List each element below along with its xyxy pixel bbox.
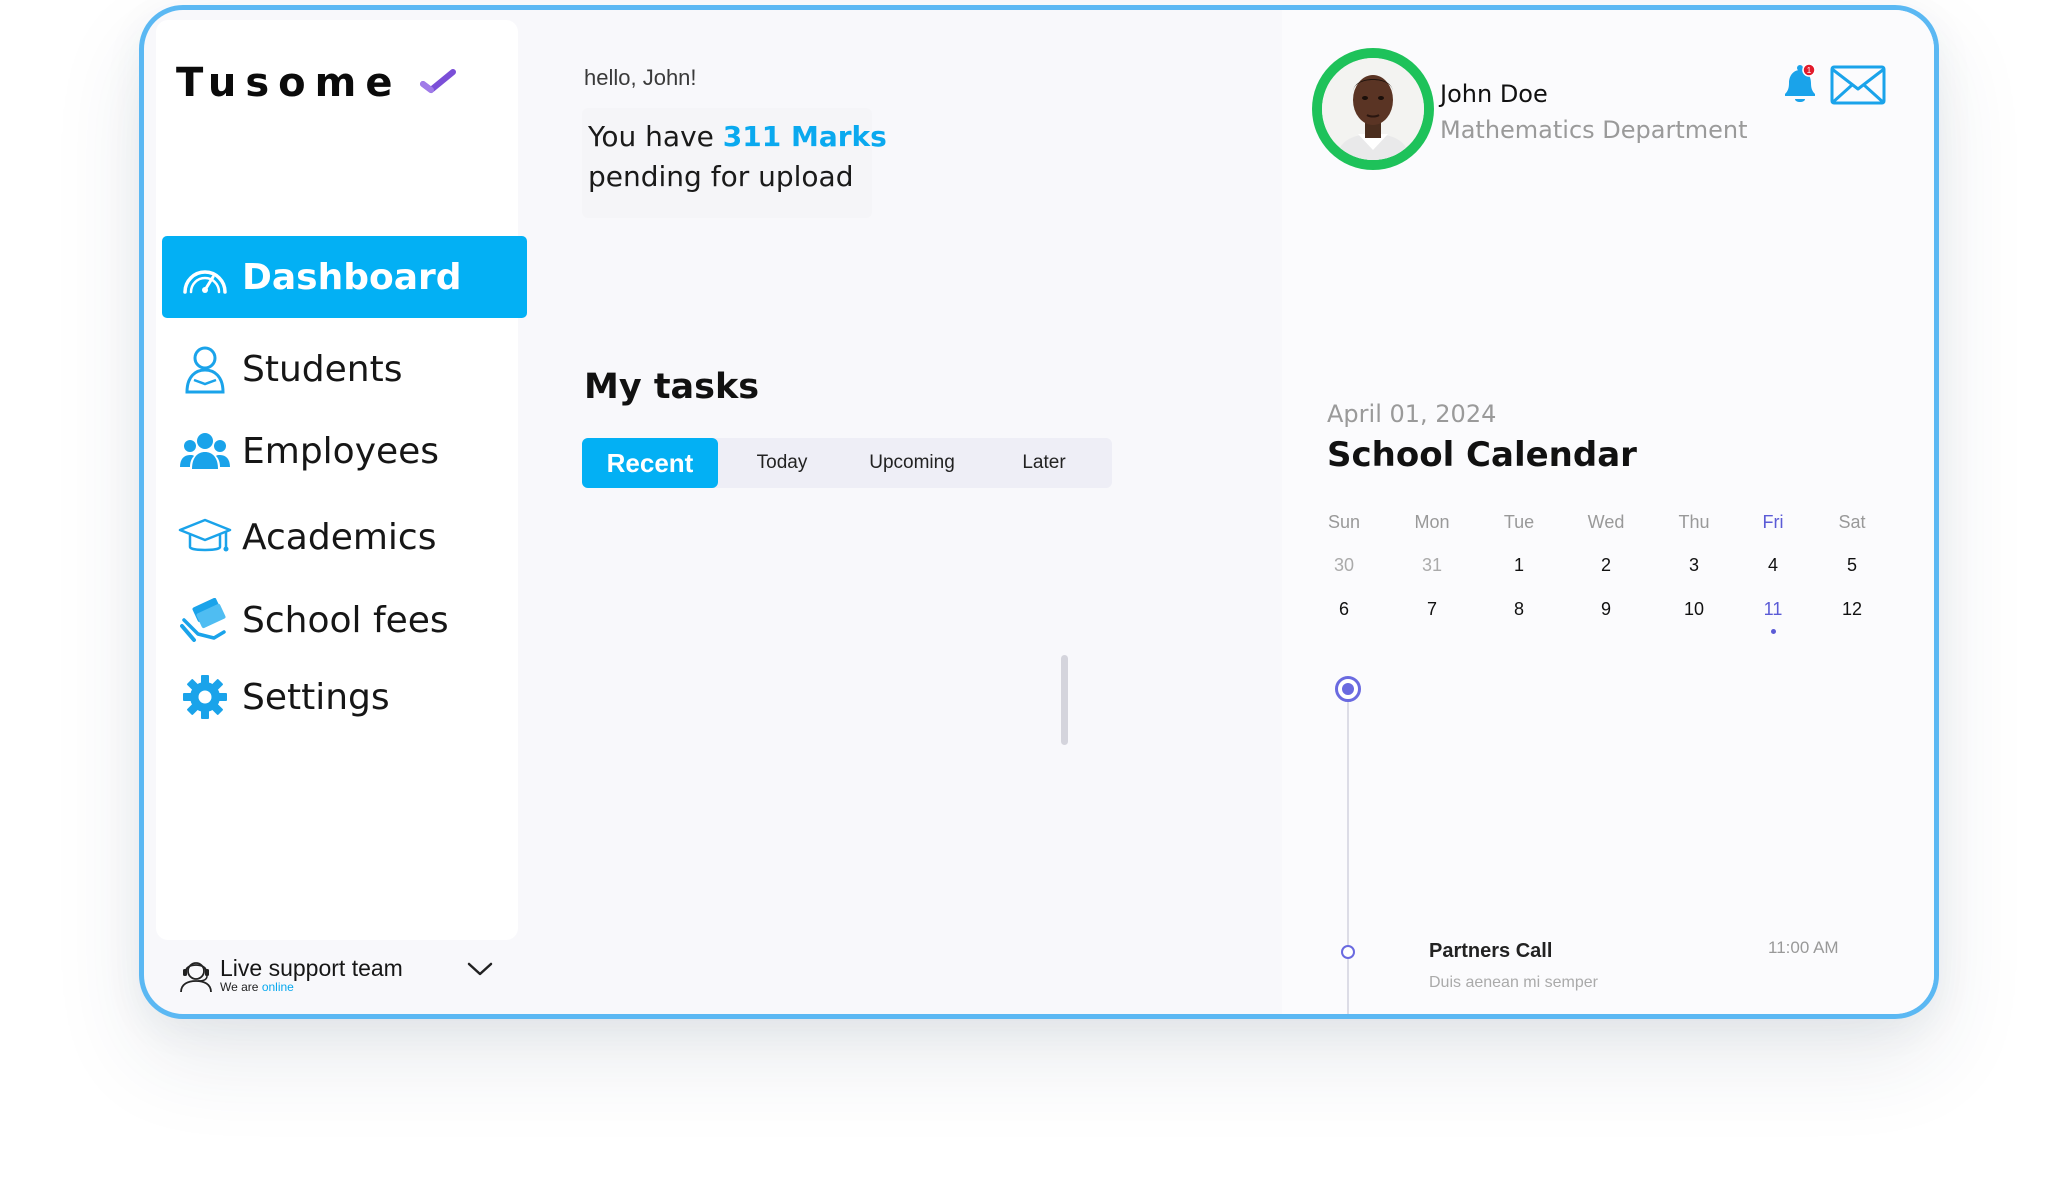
tasks-title: My tasks: [584, 367, 760, 407]
calendar-weekday: Tue: [1503, 512, 1535, 532]
tab-upcoming[interactable]: Upcoming: [846, 438, 978, 488]
pending-marks-line: You have 311 Marks: [588, 120, 887, 153]
sidebar-item-school-fees[interactable]: School fees: [162, 579, 527, 661]
event-title[interactable]: Partners Call: [1429, 940, 1552, 963]
pending-suffix: pending for upload: [588, 160, 854, 193]
checkmark-logo-icon: [420, 69, 457, 93]
employees-group-icon: [178, 424, 232, 478]
support-text: Live support team We are online: [220, 956, 403, 994]
calendar-day[interactable]: 10: [1654, 599, 1734, 620]
sidebar-item-label: Academics: [242, 516, 437, 558]
mail-icon[interactable]: [1830, 65, 1886, 110]
calendar-event-dot: [1771, 629, 1776, 634]
support-status-online: online: [261, 980, 294, 994]
sidebar-item-label: Students: [242, 348, 403, 390]
calendar-day[interactable]: 12: [1812, 599, 1892, 620]
profile-department: Mathematics Department: [1440, 116, 1748, 144]
calendar-day[interactable]: 8: [1479, 599, 1559, 620]
logo-text: Tusome: [176, 60, 402, 106]
greeting: hello, John!: [584, 65, 697, 90]
graduation-cap-icon: [178, 510, 232, 564]
right-panel: John Doe Mathematics Department 1 April …: [1282, 10, 1934, 1014]
money-hand-icon: [178, 593, 232, 647]
tab-recent[interactable]: Recent: [582, 438, 718, 488]
pending-prefix: You have: [588, 120, 714, 153]
calendar-weekday: Sat: [1838, 512, 1866, 532]
calendar-day[interactable]: 5: [1812, 555, 1892, 576]
calendar-day[interactable]: 9: [1566, 599, 1646, 620]
event-subtitle: Duis aenean mi semper: [1429, 974, 1598, 991]
support-title: Live support team: [220, 955, 403, 981]
gear-icon: [178, 670, 232, 724]
profile-name: John Doe: [1440, 80, 1548, 108]
avatar[interactable]: [1312, 48, 1434, 170]
timeline-event-marker: [1341, 945, 1355, 959]
support-status: We are online: [220, 980, 403, 994]
chevron-down-icon[interactable]: [466, 960, 494, 978]
calendar-weekday: Sun: [1327, 512, 1361, 532]
calendar-day[interactable]: 4: [1733, 555, 1813, 576]
calendar-day[interactable]: 31: [1392, 555, 1472, 576]
calendar-date: April 01, 2024: [1327, 400, 1497, 428]
calendar-weekday: Fri: [1762, 512, 1784, 532]
student-icon: [178, 342, 232, 396]
pending-marks-count[interactable]: 311 Marks: [723, 120, 887, 153]
sidebar-item-academics[interactable]: Academics: [162, 496, 527, 578]
calendar-day[interactable]: 3: [1654, 555, 1734, 576]
app-window: Tusome Dashboard Students Employees Acad…: [139, 5, 1939, 1019]
tasks-scrollbar[interactable]: [1061, 655, 1068, 745]
sidebar-item-dashboard[interactable]: Dashboard: [162, 236, 527, 318]
tasks-tabs: Recent Today Upcoming Later: [582, 438, 1112, 488]
main-content: hello, John! You have 311 Marks pending …: [534, 10, 1279, 1014]
sidebar-item-label: School fees: [242, 599, 449, 641]
support-status-prefix: We are: [220, 980, 259, 994]
dashboard-gauge-icon: [178, 250, 232, 304]
calendar-day[interactable]: 1: [1479, 555, 1559, 576]
notification-bell-icon[interactable]: 1: [1779, 62, 1821, 113]
timeline-line: [1347, 690, 1349, 1014]
calendar-day[interactable]: 11: [1733, 599, 1813, 620]
calendar-title: School Calendar: [1327, 435, 1637, 475]
sidebar-item-label: Settings: [242, 676, 390, 718]
tab-later[interactable]: Later: [978, 438, 1110, 488]
tab-today[interactable]: Today: [718, 438, 846, 488]
avatar-photo: [1322, 58, 1424, 160]
sidebar-item-label: Dashboard: [242, 256, 462, 298]
sidebar-item-students[interactable]: Students: [162, 328, 527, 410]
calendar-day[interactable]: 6: [1304, 599, 1384, 620]
timeline-current-marker: [1335, 676, 1361, 702]
calendar-day[interactable]: 30: [1304, 555, 1384, 576]
support-agent-icon: [180, 962, 212, 993]
calendar-day[interactable]: 2: [1566, 555, 1646, 576]
calendar-weekday: Mon: [1414, 512, 1450, 532]
calendar-weekday: Thu: [1678, 512, 1710, 532]
calendar-day[interactable]: 7: [1392, 599, 1472, 620]
calendar-weekday: Wed: [1587, 512, 1625, 532]
sidebar-item-label: Employees: [242, 430, 440, 472]
notification-count: 1: [1807, 66, 1812, 75]
event-time: 11:00 AM: [1768, 938, 1839, 957]
sidebar-item-employees[interactable]: Employees: [162, 410, 527, 492]
live-support[interactable]: Live support team We are online: [178, 950, 508, 1000]
logo[interactable]: Tusome: [176, 60, 459, 106]
sidebar-item-settings[interactable]: Settings: [162, 656, 527, 738]
